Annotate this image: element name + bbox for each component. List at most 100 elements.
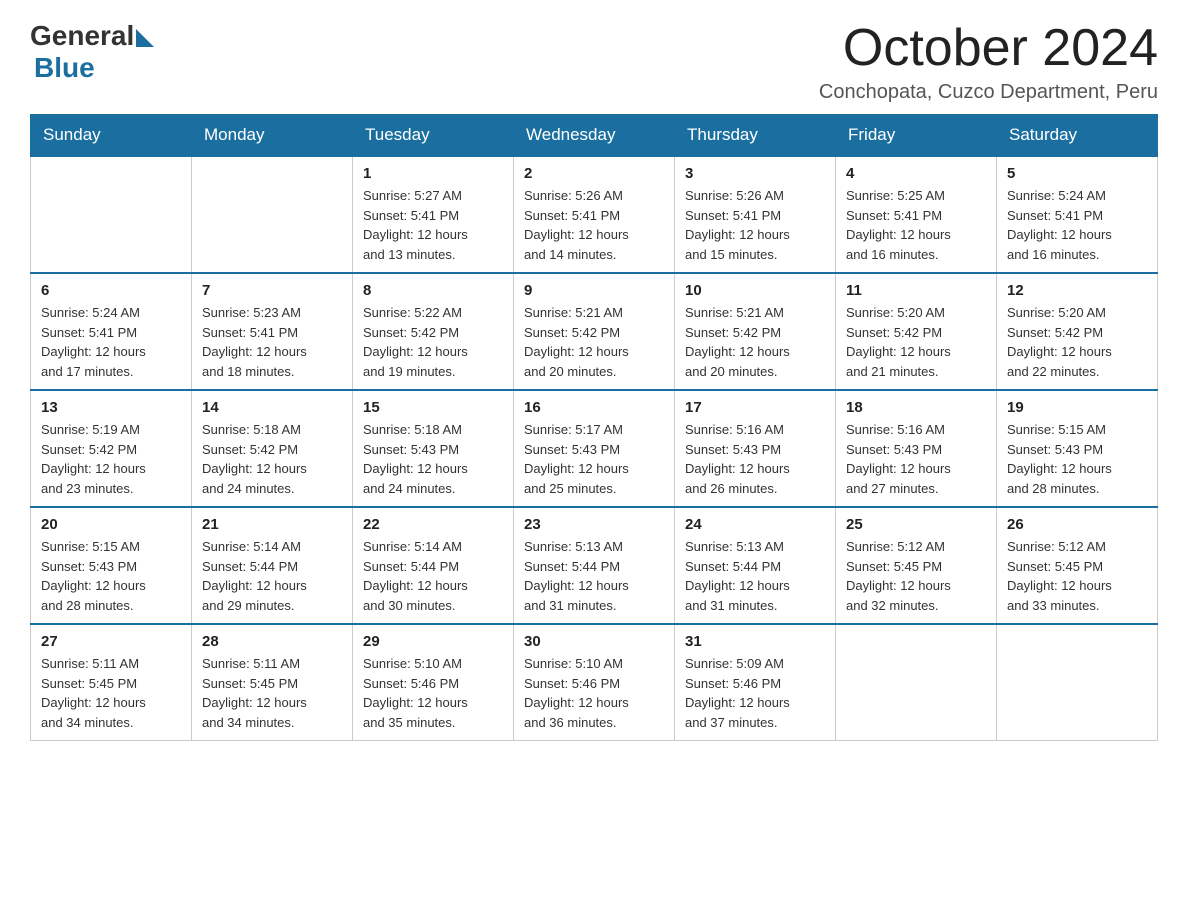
calendar-day-cell: 4Sunrise: 5:25 AM Sunset: 5:41 PM Daylig… [836,156,997,273]
calendar-week-row: 1Sunrise: 5:27 AM Sunset: 5:41 PM Daylig… [31,156,1158,273]
calendar-day-cell: 29Sunrise: 5:10 AM Sunset: 5:46 PM Dayli… [353,624,514,741]
calendar-day-cell: 31 Sunrise: 5:09 AM Sunset: 5:46 PM Dayli… [675,624,836,741]
calendar-day-cell: 24 Sunrise: 5:13 AM Sunset: 5:44 PM Dayli… [675,507,836,624]
day-detail: Sunrise: 5:14 AM Sunset: 5:44 PM Dayligh… [363,537,503,615]
day-detail: Sunrise: 5:18 AM Sunset: 5:42 PM Dayligh… [202,420,342,498]
day-number: 1 [363,165,503,182]
calendar-day-cell: 16 Sunrise: 5:17 AM Sunset: 5:43 PM Dayli… [514,390,675,507]
day-number: 10 [685,282,825,299]
logo: General Blue [30,20,154,84]
day-number: 25 [846,516,986,533]
day-number: 6 [41,282,181,299]
calendar-header-row: SundayMondayTuesdayWednesdayThursdayFrid… [31,115,1158,157]
calendar-day-cell: 17Sunrise: 5:16 AM Sunset: 5:43 PM Dayli… [675,390,836,507]
calendar-day-cell: 7 Sunrise: 5:23 AM Sunset: 5:41 PM Daylig… [192,273,353,390]
day-number: 13 [41,399,181,416]
calendar-day-cell [997,624,1158,741]
logo-text-general: General [30,20,134,52]
calendar-day-cell: 2 Sunrise: 5:26 AM Sunset: 5:41 PM Daylig… [514,156,675,273]
calendar-day-cell [192,156,353,273]
day-number: 2 [524,165,664,182]
day-number: 8 [363,282,503,299]
day-detail: Sunrise: 5:13 AM Sunset: 5:44 PM Dayligh… [685,537,825,615]
day-number: 23 [524,516,664,533]
day-detail: Sunrise: 5:26 AM Sunset: 5:41 PM Dayligh… [685,186,825,264]
calendar-day-cell: 6 Sunrise: 5:24 AM Sunset: 5:41 PM Daylig… [31,273,192,390]
day-detail: Sunrise: 5:18 AM Sunset: 5:43 PM Dayligh… [363,420,503,498]
calendar-weekday-header: Wednesday [514,115,675,157]
calendar-week-row: 6 Sunrise: 5:24 AM Sunset: 5:41 PM Daylig… [31,273,1158,390]
calendar-week-row: 13 Sunrise: 5:19 AM Sunset: 5:42 PM Dayli… [31,390,1158,507]
calendar-weekday-header: Sunday [31,115,192,157]
day-detail: Sunrise: 5:14 AM Sunset: 5:44 PM Dayligh… [202,537,342,615]
day-number: 29 [363,633,503,650]
calendar-day-cell: 1Sunrise: 5:27 AM Sunset: 5:41 PM Daylig… [353,156,514,273]
day-number: 7 [202,282,342,299]
day-number: 15 [363,399,503,416]
day-detail: Sunrise: 5:20 AM Sunset: 5:42 PM Dayligh… [1007,303,1147,381]
day-number: 12 [1007,282,1147,299]
day-detail: Sunrise: 5:11 AM Sunset: 5:45 PM Dayligh… [41,654,181,732]
calendar-weekday-header: Saturday [997,115,1158,157]
title-area: October 2024 Conchopata, Cuzco Departmen… [819,20,1158,104]
calendar-day-cell: 14 Sunrise: 5:18 AM Sunset: 5:42 PM Dayli… [192,390,353,507]
day-detail: Sunrise: 5:20 AM Sunset: 5:42 PM Dayligh… [846,303,986,381]
calendar-day-cell: 15 Sunrise: 5:18 AM Sunset: 5:43 PM Dayli… [353,390,514,507]
day-detail: Sunrise: 5:12 AM Sunset: 5:45 PM Dayligh… [846,537,986,615]
day-detail: Sunrise: 5:24 AM Sunset: 5:41 PM Dayligh… [1007,186,1147,264]
calendar-day-cell: 21 Sunrise: 5:14 AM Sunset: 5:44 PM Dayli… [192,507,353,624]
day-number: 22 [363,516,503,533]
day-detail: Sunrise: 5:22 AM Sunset: 5:42 PM Dayligh… [363,303,503,381]
day-detail: Sunrise: 5:10 AM Sunset: 5:46 PM Dayligh… [524,654,664,732]
calendar-day-cell: 26 Sunrise: 5:12 AM Sunset: 5:45 PM Dayli… [997,507,1158,624]
calendar-weekday-header: Friday [836,115,997,157]
day-number: 11 [846,282,986,299]
day-number: 24 [685,516,825,533]
day-number: 31 [685,633,825,650]
calendar-day-cell: 5 Sunrise: 5:24 AM Sunset: 5:41 PM Daylig… [997,156,1158,273]
day-detail: Sunrise: 5:15 AM Sunset: 5:43 PM Dayligh… [1007,420,1147,498]
day-number: 21 [202,516,342,533]
page-header: General Blue October 2024 Conchopata, Cu… [30,20,1158,104]
day-number: 20 [41,516,181,533]
day-number: 14 [202,399,342,416]
day-detail: Sunrise: 5:19 AM Sunset: 5:42 PM Dayligh… [41,420,181,498]
calendar-day-cell: 9Sunrise: 5:21 AM Sunset: 5:42 PM Daylig… [514,273,675,390]
logo-triangle-icon [136,29,154,47]
calendar-day-cell: 12 Sunrise: 5:20 AM Sunset: 5:42 PM Dayli… [997,273,1158,390]
day-number: 30 [524,633,664,650]
day-number: 4 [846,165,986,182]
calendar-day-cell: 11 Sunrise: 5:20 AM Sunset: 5:42 PM Dayli… [836,273,997,390]
day-detail: Sunrise: 5:26 AM Sunset: 5:41 PM Dayligh… [524,186,664,264]
day-number: 5 [1007,165,1147,182]
day-detail: Sunrise: 5:17 AM Sunset: 5:43 PM Dayligh… [524,420,664,498]
calendar-weekday-header: Thursday [675,115,836,157]
calendar-day-cell [836,624,997,741]
day-number: 28 [202,633,342,650]
day-detail: Sunrise: 5:09 AM Sunset: 5:46 PM Dayligh… [685,654,825,732]
day-number: 16 [524,399,664,416]
day-number: 9 [524,282,664,299]
calendar-day-cell: 18Sunrise: 5:16 AM Sunset: 5:43 PM Dayli… [836,390,997,507]
day-detail: Sunrise: 5:23 AM Sunset: 5:41 PM Dayligh… [202,303,342,381]
calendar-day-cell: 25 Sunrise: 5:12 AM Sunset: 5:45 PM Dayli… [836,507,997,624]
day-detail: Sunrise: 5:21 AM Sunset: 5:42 PM Dayligh… [685,303,825,381]
calendar-week-row: 27 Sunrise: 5:11 AM Sunset: 5:45 PM Dayli… [31,624,1158,741]
day-number: 18 [846,399,986,416]
calendar-weekday-header: Tuesday [353,115,514,157]
day-detail: Sunrise: 5:12 AM Sunset: 5:45 PM Dayligh… [1007,537,1147,615]
day-detail: Sunrise: 5:16 AM Sunset: 5:43 PM Dayligh… [685,420,825,498]
calendar-day-cell: 19Sunrise: 5:15 AM Sunset: 5:43 PM Dayli… [997,390,1158,507]
day-detail: Sunrise: 5:15 AM Sunset: 5:43 PM Dayligh… [41,537,181,615]
calendar-day-cell: 13 Sunrise: 5:19 AM Sunset: 5:42 PM Dayli… [31,390,192,507]
logo-text-blue: Blue [34,52,154,84]
day-detail: Sunrise: 5:24 AM Sunset: 5:41 PM Dayligh… [41,303,181,381]
day-number: 26 [1007,516,1147,533]
calendar-weekday-header: Monday [192,115,353,157]
day-number: 27 [41,633,181,650]
day-detail: Sunrise: 5:13 AM Sunset: 5:44 PM Dayligh… [524,537,664,615]
calendar-day-cell: 30 Sunrise: 5:10 AM Sunset: 5:46 PM Dayli… [514,624,675,741]
calendar-day-cell: 8 Sunrise: 5:22 AM Sunset: 5:42 PM Daylig… [353,273,514,390]
day-detail: Sunrise: 5:11 AM Sunset: 5:45 PM Dayligh… [202,654,342,732]
calendar-day-cell: 27 Sunrise: 5:11 AM Sunset: 5:45 PM Dayli… [31,624,192,741]
